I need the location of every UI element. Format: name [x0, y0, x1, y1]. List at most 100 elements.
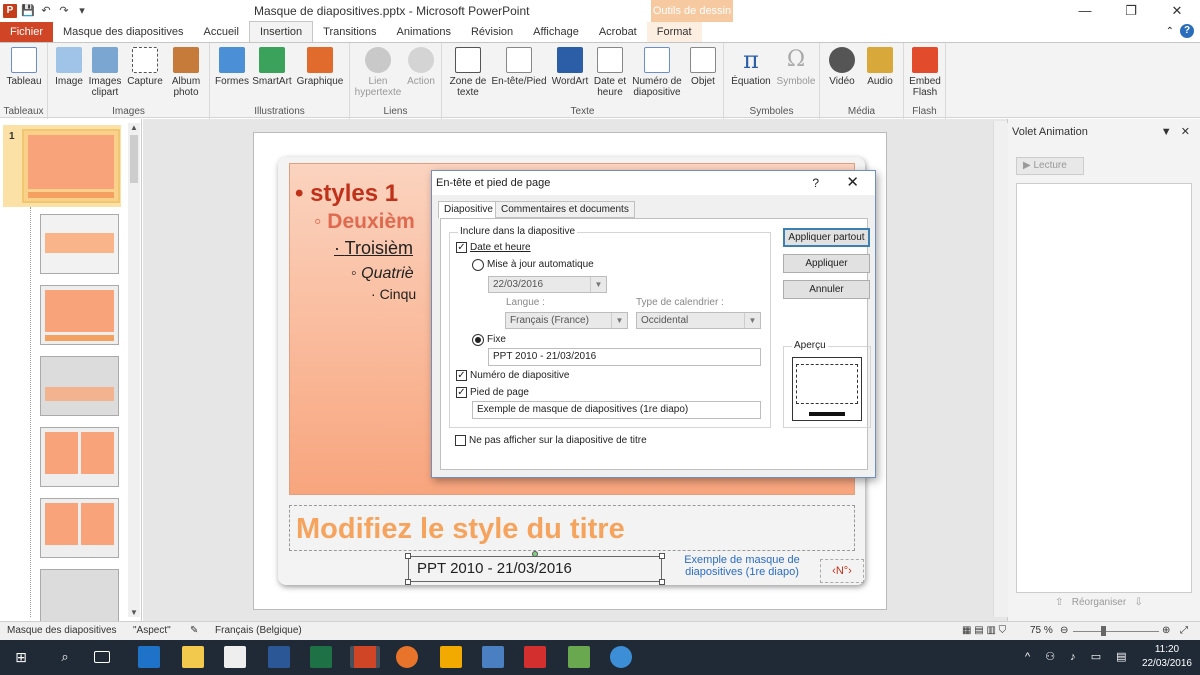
help-icon[interactable]: ? — [1180, 24, 1194, 38]
entete-button[interactable]: En-tête/Pied — [490, 47, 548, 87]
task-view-icon[interactable] — [94, 651, 110, 663]
tab-transitions[interactable]: Transitions — [313, 22, 386, 42]
undo-icon[interactable]: ↶ — [39, 4, 53, 18]
animation-list[interactable] — [1016, 183, 1192, 593]
edge-icon[interactable] — [138, 646, 160, 668]
tab-diapositive[interactable]: Diapositive — [438, 201, 499, 219]
tab-animations[interactable]: Animations — [387, 22, 461, 42]
langue-select[interactable]: Français (France) ▼ — [505, 312, 628, 329]
formes-button[interactable]: Formes — [214, 47, 250, 87]
zoom-level[interactable]: 75 % — [1030, 622, 1053, 640]
equation-button[interactable]: π Équation — [728, 47, 774, 87]
calendrier-select[interactable]: Occidental ▼ — [636, 312, 761, 329]
mise-a-jour-radio[interactable] — [472, 259, 484, 271]
appliquer-button[interactable]: Appliquer — [783, 254, 870, 273]
fixe-radio[interactable] — [472, 334, 484, 346]
tab-acrobat[interactable]: Acrobat — [589, 22, 647, 42]
powerpoint-taskbar-active[interactable] — [350, 646, 380, 668]
action-button[interactable]: Action — [404, 47, 438, 87]
graphique-button[interactable]: Graphique — [294, 47, 346, 87]
media-icon[interactable] — [482, 646, 504, 668]
clock[interactable]: 11:20 22/03/2016 — [1142, 643, 1192, 671]
lien-button[interactable]: Lien hypertexte — [354, 47, 402, 98]
close-button[interactable]: ✕ — [1154, 0, 1200, 22]
rotate-handle[interactable] — [532, 551, 538, 557]
layout-thumbnail[interactable] — [40, 498, 119, 558]
tab-accueil[interactable]: Accueil — [193, 22, 248, 42]
appliquer-partout-button[interactable]: Appliquer partout — [783, 228, 870, 247]
video-button[interactable]: Vidéo — [824, 47, 860, 87]
tab-affichage[interactable]: Affichage — [523, 22, 589, 42]
zone-texte-button[interactable]: Zone de texte — [448, 47, 488, 98]
pied-checkbox[interactable]: ✓ — [456, 387, 467, 398]
embed-flash-button[interactable]: Embed Flash — [906, 47, 944, 98]
tab-insertion[interactable]: Insertion — [248, 21, 314, 42]
dialog-close-button[interactable]: ✕ — [846, 171, 859, 195]
system-tray-icons[interactable]: ^ ⚇ ♪ ▭ ▤ — [1025, 650, 1133, 663]
audio-button[interactable]: Audio — [862, 47, 898, 87]
title-placeholder[interactable]: Modifiez le style du titre — [296, 513, 625, 546]
objet-button[interactable]: Objet — [686, 47, 720, 87]
wordart-button[interactable]: WordArt — [550, 47, 590, 87]
tab-format[interactable]: Format — [646, 22, 702, 42]
capture-button[interactable]: Capture — [126, 47, 164, 87]
numero-button[interactable]: Numéro de diapositive — [630, 47, 684, 98]
layout-thumbnail[interactable] — [40, 356, 119, 416]
footer-date-placeholder[interactable]: PPT 2010 - 21/03/2016 — [408, 556, 662, 582]
word-icon[interactable] — [268, 646, 290, 668]
app-icon[interactable] — [610, 646, 632, 668]
store-icon[interactable] — [224, 646, 246, 668]
view-buttons[interactable]: ▦ ▤ ▥ ⛉ — [962, 622, 1006, 640]
scroll-up-icon[interactable]: ▲ — [130, 123, 138, 132]
thumbnail-scrollbar[interactable]: ▲ ▼ — [128, 123, 140, 617]
image-button[interactable]: Image — [54, 47, 84, 87]
tableau-button[interactable]: Tableau — [4, 47, 44, 87]
app-icon[interactable] — [568, 646, 590, 668]
master-thumbnail[interactable] — [22, 129, 120, 203]
symbole-button[interactable]: Ω Symbole — [774, 47, 818, 87]
resize-handle[interactable] — [405, 579, 411, 585]
resize-handle[interactable] — [405, 553, 411, 559]
reorganiser-control[interactable]: ⇧ Réorganiser ⇩ — [1055, 597, 1143, 608]
footer-text-placeholder[interactable]: Exemple de masque de diapositives (1re d… — [668, 554, 816, 578]
album-button[interactable]: Album photo — [166, 47, 206, 98]
excel-icon[interactable] — [310, 646, 332, 668]
numero-checkbox[interactable]: ✓ — [456, 370, 467, 381]
acrobat-icon[interactable] — [524, 646, 546, 668]
tab-commentaires[interactable]: Commentaires et documents — [495, 201, 635, 218]
start-icon[interactable]: ⊞ — [10, 646, 32, 668]
zoom-slider[interactable] — [1073, 631, 1159, 632]
bullet-level-3[interactable]: · Troisièm — [334, 238, 413, 259]
slide-number-placeholder[interactable]: ‹N°› — [820, 559, 864, 583]
pane-controls[interactable]: ▼ ✕ — [1161, 125, 1190, 138]
resize-handle[interactable] — [659, 579, 665, 585]
redo-icon[interactable]: ↷ — [57, 4, 71, 18]
tab-fichier[interactable]: Fichier — [0, 22, 54, 42]
tab-masque[interactable]: Masque des diapositives — [53, 22, 193, 42]
layout-thumbnail[interactable] — [40, 569, 119, 629]
clipart-button[interactable]: Images clipart — [86, 47, 124, 98]
zoom-slider-knob[interactable] — [1101, 626, 1106, 636]
date-heure-button[interactable]: Date et heure — [592, 47, 628, 98]
bullet-level-2[interactable]: ◦ Deuxièm — [314, 210, 415, 234]
bullet-level-5[interactable]: · Cinqu — [371, 286, 416, 302]
lecture-button[interactable]: ▶ Lecture — [1016, 157, 1084, 175]
smartart-button[interactable]: SmartArt — [250, 47, 294, 87]
outlook-icon[interactable] — [440, 646, 462, 668]
pied-input[interactable]: Exemple de masque de diapositives (1re d… — [472, 401, 761, 419]
scroll-down-icon[interactable]: ▼ — [130, 608, 138, 617]
status-language[interactable]: Français (Belgique) — [215, 622, 302, 640]
annuler-button[interactable]: Annuler — [783, 280, 870, 299]
customize-icon[interactable]: ▾ — [75, 4, 89, 18]
save-icon[interactable]: 💾 — [21, 4, 35, 18]
bullet-level-4[interactable]: ◦ Quatriè — [351, 265, 414, 283]
search-icon[interactable]: ⌕ — [54, 646, 76, 668]
minimize-button[interactable]: — — [1062, 0, 1108, 22]
explorer-icon[interactable] — [182, 646, 204, 668]
collapse-ribbon-icon[interactable]: ⌃ — [1166, 26, 1174, 37]
tab-revision[interactable]: Révision — [461, 22, 523, 42]
resize-handle[interactable] — [659, 553, 665, 559]
layout-thumbnail[interactable] — [40, 285, 119, 345]
layout-thumbnail[interactable] — [40, 427, 119, 487]
date-heure-checkbox[interactable]: ✓ — [456, 242, 467, 253]
